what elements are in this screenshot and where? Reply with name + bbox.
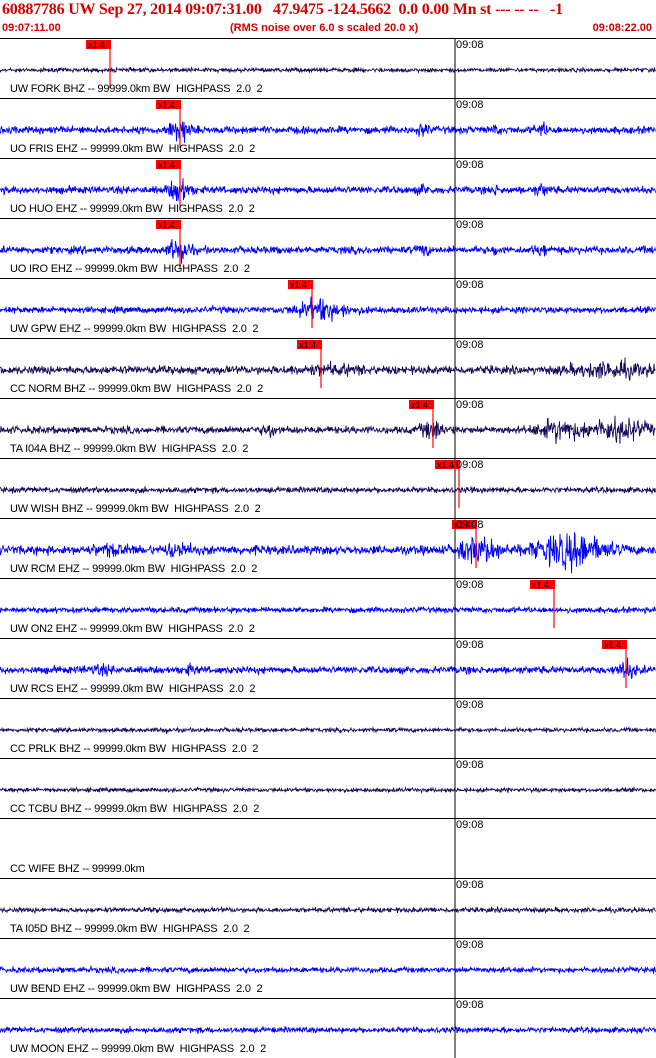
time-tick-label: 09:08: [456, 519, 484, 531]
time-tick-label: 09:08: [456, 339, 484, 351]
waveform-trace: [0, 605, 656, 615]
end-time: 09:08:22.00: [592, 22, 652, 34]
channel-label: UO IRO EHZ -- 99999.0km BW HIGHPASS 2.0 …: [10, 263, 250, 275]
waveform-trace: [0, 785, 656, 795]
waveform-trace: [0, 296, 656, 322]
pick-flag-label: x1.4: [532, 580, 549, 590]
time-tick-label: 09:08: [456, 579, 484, 591]
pick-flag-label: x1.4: [88, 40, 105, 50]
pick-flag-label: x1.4: [158, 100, 175, 110]
channel-label: UO FRIS EHZ -- 99999.0km BW HIGHPASS 2.0…: [10, 143, 256, 155]
channel-label: UW RCS EHZ -- 99999.0km BW HIGHPASS 2.0 …: [10, 683, 256, 695]
pick-flag-label: x1.4: [604, 640, 621, 650]
time-tick-label: 09:08: [456, 159, 484, 171]
waveform-trace: [0, 1025, 656, 1035]
pick-flag-label: x1.4: [290, 280, 307, 290]
channel-label: TA I04A BHZ -- 99999.0km BW HIGHPASS 2.0…: [10, 443, 249, 455]
channel-label: UW RCM EHZ -- 99999.0km BW HIGHPASS 2.0 …: [10, 563, 258, 575]
time-tick-label: 09:08: [456, 819, 484, 831]
header: 60887786 UW Sep 27, 2014 09:07:31.00 47.…: [0, 0, 656, 38]
time-tick-label: 09:08: [456, 639, 484, 651]
time-tick-label: 09:08: [456, 459, 484, 471]
start-time: 09:07:11.00: [2, 22, 61, 34]
pick-flag-label: x1.4: [158, 160, 175, 170]
time-tick-label: 09:08: [456, 39, 484, 51]
time-tick-label: 09:08: [456, 879, 484, 891]
seismogram-panel: x1.4 x1.4 x1.4 x1.4 x1.4 x1.4 x1.4 x1.4 x1.4 x1.4…: [0, 38, 656, 1058]
waveform-trace: [0, 657, 656, 680]
channel-label: UW BEND EHZ -- 99999.0km BW HIGHPASS 2.0…: [10, 983, 263, 995]
channel-label: CC WIFE BHZ -- 99999.0km: [10, 863, 145, 875]
time-tick-label: 09:08: [456, 699, 484, 711]
waveform-trace: [0, 485, 656, 495]
waveform-trace: [0, 905, 656, 915]
time-tick-label: 09:08: [456, 219, 484, 231]
waveform-trace: [0, 964, 656, 975]
channel-label: TA I05D BHZ -- 99999.0km BW HIGHPASS 2.0…: [10, 923, 250, 935]
channel-label: UW ON2 EHZ -- 99999.0km BW HIGHPASS 2.0 …: [10, 623, 255, 635]
waveform-trace: [0, 239, 656, 264]
channel-label: CC NORM BHZ -- 99999.0km BW HIGHPASS 2.0…: [10, 383, 264, 395]
channel-label: UO HUO EHZ -- 99999.0km BW HIGHPASS 2.0 …: [10, 203, 255, 215]
time-tick-label: 09:08: [456, 759, 484, 771]
time-tick-label: 09:08: [456, 99, 484, 111]
channel-label: CC TCBU BHZ -- 99999.0km BW HIGHPASS 2.0…: [10, 803, 260, 815]
rms-note: (RMS noise over 6.0 s scaled 20.0 x): [230, 22, 419, 34]
waveform-trace: [0, 178, 656, 202]
pick-flag-label: x1.4: [437, 460, 454, 470]
waveform-trace: [0, 121, 656, 143]
waveform-canvas: x1.4 x1.4 x1.4 x1.4 x1.4 x1.4 x1.4 x1.4 x1.4 x1.4…: [0, 38, 656, 1058]
waveform-trace: [0, 66, 656, 75]
time-tick-label: 09:08: [456, 279, 484, 291]
channel-label: UW FORK BHZ -- 99999.0km BW HIGHPASS 2.0…: [10, 83, 263, 95]
waveform-trace: [0, 725, 656, 735]
channel-label: UW GPW EHZ -- 99999.0km BW HIGHPASS 2.0 …: [10, 323, 259, 335]
time-tick-label: 09:08: [456, 399, 484, 411]
channel-label: UW MOON EHZ -- 99999.0km BW HIGHPASS 2.0…: [10, 1043, 267, 1055]
pick-flag-label: x1.4: [411, 400, 428, 410]
time-tick-label: 09:08: [456, 939, 484, 951]
channel-label: CC PRLK BHZ -- 99999.0km BW HIGHPASS 2.0…: [10, 743, 259, 755]
waveform-trace: [0, 415, 656, 445]
pick-flag-label: x1.4: [299, 340, 316, 350]
pick-flag-label: x1.4: [158, 220, 175, 230]
event-title: 60887786 UW Sep 27, 2014 09:07:31.00 47.…: [2, 1, 563, 18]
time-tick-label: 09:08: [456, 999, 484, 1011]
waveform-trace: [0, 357, 656, 382]
channel-label: UW WISH BHZ -- 99999.0km BW HIGHPASS 2.0…: [10, 503, 261, 515]
